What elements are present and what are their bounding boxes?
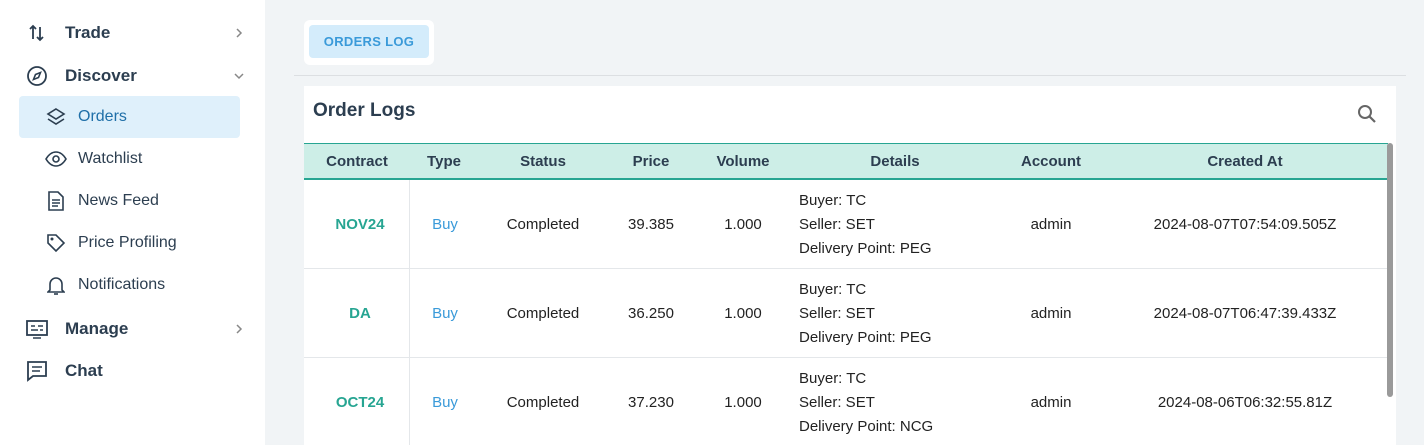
layers-icon (45, 106, 67, 128)
column-header-contract[interactable]: Contract (304, 144, 410, 178)
order-logs-panel: Order Logs Contract Type Status Price Vo… (304, 86, 1396, 445)
nav-group-label: Chat (65, 361, 103, 380)
seller-text: Seller: SET (799, 304, 875, 322)
price-cell: 39.385 (628, 216, 674, 233)
compass-icon (26, 65, 48, 87)
sidebar-item-notifications[interactable]: Notifications (19, 264, 240, 306)
delivery-point-text: Delivery Point: NCG (799, 417, 934, 435)
seller-text: Seller: SET (799, 215, 875, 233)
table-row[interactable]: NOV24 Buy Completed 39.385 1.000 Buyer: … (304, 180, 1388, 269)
status-cell: Completed (506, 305, 580, 322)
eye-icon (45, 148, 67, 170)
sidebar-item-orders[interactable]: Orders (19, 96, 240, 138)
type-link[interactable]: Buy (410, 180, 480, 269)
delivery-point-text: Delivery Point: PEG (799, 328, 932, 346)
chevron-down-icon (232, 69, 246, 83)
column-header-type[interactable]: Type (410, 144, 478, 178)
nav-group-label: Trade (65, 23, 111, 42)
document-icon (45, 190, 67, 212)
sidebar-item-news-feed[interactable]: News Feed (19, 180, 240, 222)
nav-group-chat[interactable]: Chat (20, 351, 250, 391)
chat-icon (26, 360, 48, 382)
column-header-account[interactable]: Account (998, 144, 1104, 178)
type-link[interactable]: Buy (410, 358, 480, 445)
search-icon[interactable] (1356, 103, 1378, 125)
delivery-point-text: Delivery Point: PEG (799, 239, 932, 257)
sidebar-item-label: Price Profiling (78, 234, 177, 251)
account-cell: admin (1030, 394, 1072, 411)
type-link[interactable]: Buy (410, 269, 480, 358)
column-header-price[interactable]: Price (608, 144, 694, 178)
chevron-right-icon (232, 322, 246, 336)
sidebar-item-label: News Feed (78, 192, 159, 209)
volume-cell: 1.000 (724, 216, 762, 233)
nav-group-trade[interactable]: Trade (20, 13, 250, 53)
tag-icon (45, 232, 67, 254)
account-cell: admin (1030, 305, 1072, 322)
created-at-cell: 2024-08-07T07:54:09.505Z (1153, 216, 1337, 233)
column-header-volume[interactable]: Volume (694, 144, 792, 178)
seller-text: Seller: SET (799, 393, 875, 411)
table-row[interactable]: DA Buy Completed 36.250 1.000 Buyer: TC … (304, 269, 1388, 358)
contract-cell: OCT24 (335, 394, 385, 411)
sidebar: Trade Discover Orders Watchlist News Fee… (0, 0, 265, 445)
buyer-text: Buyer: TC (799, 369, 867, 387)
volume-cell: 1.000 (724, 305, 762, 322)
console-icon (26, 318, 48, 340)
buyer-text: Buyer: TC (799, 191, 867, 209)
buyer-text: Buyer: TC (799, 280, 867, 298)
sidebar-item-price-profiling[interactable]: Price Profiling (19, 222, 240, 264)
status-cell: Completed (506, 394, 580, 411)
contract-cell: DA (349, 305, 371, 322)
account-cell: admin (1030, 216, 1072, 233)
sidebar-item-watchlist[interactable]: Watchlist (19, 138, 240, 180)
details-cell: Buyer: TC Seller: SET Delivery Point: PE… (799, 269, 932, 358)
sidebar-item-label: Notifications (78, 276, 166, 293)
details-cell: Buyer: TC Seller: SET Delivery Point: PE… (799, 180, 932, 269)
price-cell: 36.250 (628, 305, 674, 322)
tab-bar: ORDERS LOG (304, 20, 434, 65)
column-header-details[interactable]: Details (792, 144, 998, 178)
swap-vertical-icon (26, 22, 48, 44)
chevron-right-icon (232, 26, 246, 40)
contract-cell: NOV24 (335, 216, 385, 233)
sidebar-item-label: Orders (78, 108, 127, 125)
volume-cell: 1.000 (724, 394, 762, 411)
bell-icon (45, 274, 67, 296)
table-header: Contract Type Status Price Volume Detail… (304, 143, 1388, 180)
sidebar-item-label: Watchlist (78, 150, 143, 167)
nav-group-label: Discover (65, 66, 137, 85)
table-row[interactable]: OCT24 Buy Completed 37.230 1.000 Buyer: … (304, 358, 1388, 445)
status-cell: Completed (506, 216, 580, 233)
column-header-created-at[interactable]: Created At (1104, 144, 1386, 178)
panel-title: Order Logs (313, 100, 416, 121)
column-header-status[interactable]: Status (478, 144, 608, 178)
nav-group-discover[interactable]: Discover (20, 56, 250, 96)
divider (294, 75, 1406, 76)
nav-group-manage[interactable]: Manage (20, 309, 250, 349)
price-cell: 37.230 (628, 394, 674, 411)
created-at-cell: 2024-08-07T06:47:39.433Z (1153, 305, 1337, 322)
vertical-scrollbar[interactable] (1387, 143, 1393, 397)
created-at-cell: 2024-08-06T06:32:55.81Z (1157, 394, 1333, 411)
nav-group-label: Manage (65, 319, 129, 338)
details-cell: Buyer: TC Seller: SET Delivery Point: NC… (799, 358, 933, 445)
tab-orders-log[interactable]: ORDERS LOG (309, 25, 429, 58)
